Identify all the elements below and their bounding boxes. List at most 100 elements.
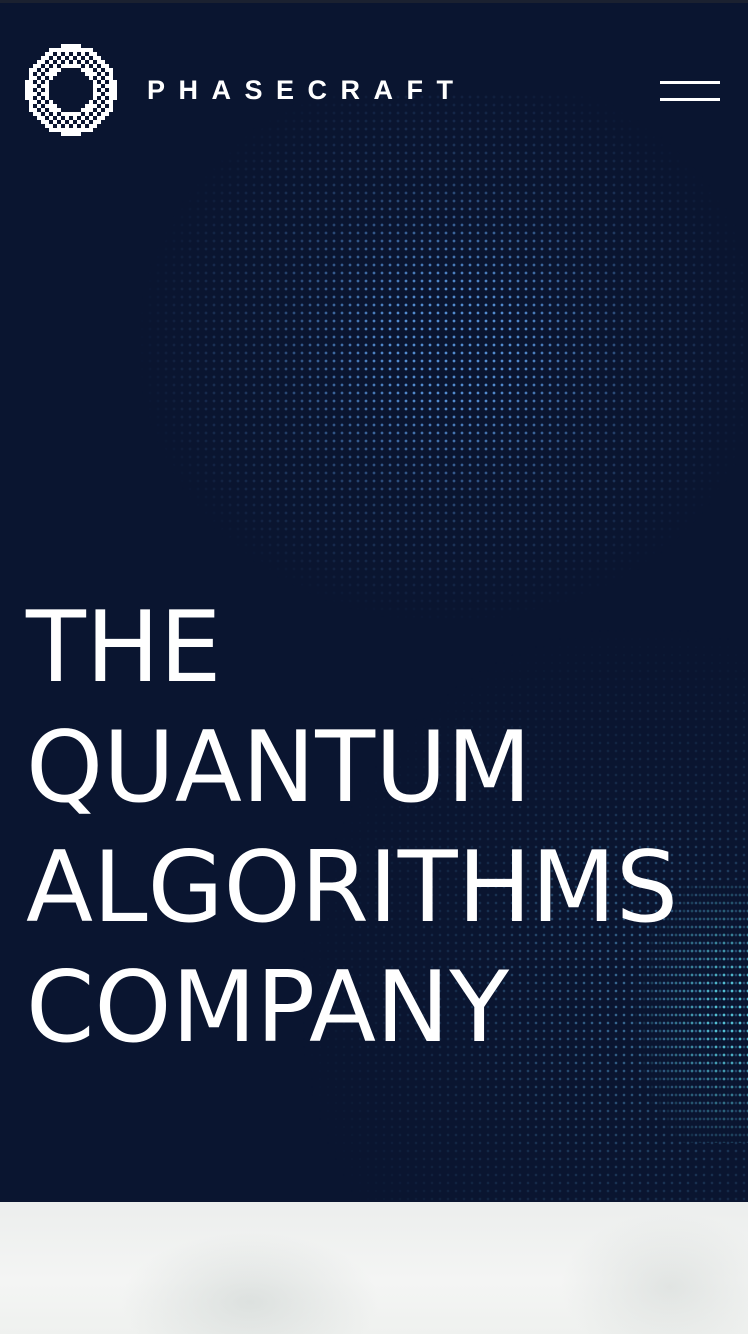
logo-pixel bbox=[57, 60, 61, 64]
logo-pixel bbox=[81, 68, 85, 72]
logo-pixel bbox=[97, 92, 101, 96]
logo-pixel bbox=[101, 112, 105, 116]
logo-pixel bbox=[65, 52, 69, 56]
logo-pixel bbox=[33, 92, 37, 96]
logo-pixel bbox=[81, 52, 85, 56]
logo-pixel bbox=[53, 120, 57, 124]
logo-pixel bbox=[105, 108, 109, 112]
logo-pixel bbox=[65, 44, 69, 48]
logo-pixel bbox=[29, 84, 33, 88]
dotted-ring-logo-icon[interactable] bbox=[25, 44, 117, 136]
logo-pixel bbox=[69, 120, 73, 124]
hamburger-menu-icon[interactable] bbox=[656, 73, 724, 111]
logo-pixel bbox=[105, 68, 109, 72]
logo-pixel bbox=[49, 72, 53, 76]
logo-pixel bbox=[109, 76, 113, 80]
logo-pixel bbox=[93, 120, 97, 124]
logo-pixel bbox=[49, 116, 53, 120]
logo-pixel bbox=[69, 132, 73, 136]
logo-pixel bbox=[41, 68, 45, 72]
logo-pixel bbox=[113, 96, 117, 100]
logo-pixel bbox=[53, 68, 57, 72]
logo-pixel bbox=[45, 112, 49, 116]
logo-pixel bbox=[49, 52, 53, 56]
logo-pixel bbox=[77, 128, 81, 132]
background-blur bbox=[120, 1232, 380, 1334]
logo-pixel bbox=[73, 44, 77, 48]
logo-pixel bbox=[53, 48, 57, 52]
logo-pixel bbox=[61, 44, 65, 48]
logo-pixel bbox=[77, 120, 81, 124]
hero-headline: THE QUANTUM ALGORITHMS COMPANY bbox=[26, 588, 746, 1068]
brand-name[interactable]: PHASECRAFT bbox=[147, 70, 467, 110]
logo-pixel bbox=[41, 84, 45, 88]
menu-line-bottom bbox=[660, 98, 720, 101]
logo-pixel bbox=[37, 60, 41, 64]
logo-pixel bbox=[65, 124, 69, 128]
logo-pixel bbox=[97, 76, 101, 80]
logo-pixel bbox=[49, 60, 53, 64]
logo-pixel bbox=[85, 72, 89, 76]
logo-pixel bbox=[45, 92, 49, 96]
logo-pixel bbox=[109, 72, 113, 76]
logo-pixel bbox=[33, 100, 37, 104]
logo-pixel bbox=[65, 48, 69, 52]
logo-pixel bbox=[113, 84, 117, 88]
logo-pixel bbox=[93, 56, 97, 60]
logo-pixel bbox=[29, 72, 33, 76]
logo-pixel bbox=[61, 64, 65, 68]
logo-pixel bbox=[109, 92, 113, 96]
logo-pixel bbox=[37, 104, 41, 108]
logo-pixel bbox=[77, 64, 81, 68]
logo-pixel bbox=[29, 68, 33, 72]
logo-pixel bbox=[57, 68, 61, 72]
logo-pixel bbox=[105, 100, 109, 104]
logo-pixel bbox=[45, 56, 49, 60]
logo-pixel bbox=[41, 100, 45, 104]
logo-pixel bbox=[33, 68, 37, 72]
logo-pixel bbox=[73, 112, 77, 116]
logo-pixel bbox=[25, 88, 29, 92]
logo-pixel bbox=[57, 124, 61, 128]
logo-pixel bbox=[89, 52, 93, 56]
logo-pixel bbox=[33, 64, 37, 68]
logo-pixel bbox=[29, 88, 33, 92]
logo-pixel bbox=[77, 44, 81, 48]
logo-pixel bbox=[65, 116, 69, 120]
logo-pixel bbox=[25, 80, 29, 84]
logo-pixel bbox=[69, 48, 73, 52]
logo-pixel bbox=[25, 84, 29, 88]
logo-pixel bbox=[77, 56, 81, 60]
logo-pixel bbox=[93, 88, 97, 92]
next-section-preview bbox=[0, 1202, 748, 1334]
logo-pixel bbox=[97, 108, 101, 112]
logo-pixel bbox=[97, 68, 101, 72]
logo-pixel bbox=[25, 92, 29, 96]
logo-pixel bbox=[69, 112, 73, 116]
logo-pixel bbox=[69, 128, 73, 132]
logo-pixel bbox=[81, 116, 85, 120]
logo-pixel bbox=[45, 72, 49, 76]
logo-pixel bbox=[109, 100, 113, 104]
logo-pixel bbox=[53, 56, 57, 60]
logo-pixel bbox=[25, 96, 29, 100]
background-blur bbox=[560, 1212, 748, 1334]
logo-pixel bbox=[45, 120, 49, 124]
logo-pixel bbox=[37, 64, 41, 68]
logo-pixel bbox=[97, 56, 101, 60]
logo-pixel bbox=[85, 68, 89, 72]
logo-pixel bbox=[73, 132, 77, 136]
headline-line-1: THE bbox=[26, 591, 222, 705]
logo-pixel bbox=[45, 104, 49, 108]
logo-pixel bbox=[57, 48, 61, 52]
logo-pixel bbox=[61, 48, 65, 52]
logo-pixel bbox=[101, 96, 105, 100]
logo-pixel bbox=[41, 120, 45, 124]
hero-section: PHASECRAFT THE QUANTUM ALGORITHMS COMPAN… bbox=[0, 3, 748, 1202]
logo-pixel bbox=[29, 80, 33, 84]
logo-pixel bbox=[53, 64, 57, 68]
logo-pixel bbox=[61, 132, 65, 136]
logo-pixel bbox=[89, 108, 93, 112]
headline-line-2: QUANTUM bbox=[26, 711, 532, 825]
logo-pixel bbox=[113, 88, 117, 92]
